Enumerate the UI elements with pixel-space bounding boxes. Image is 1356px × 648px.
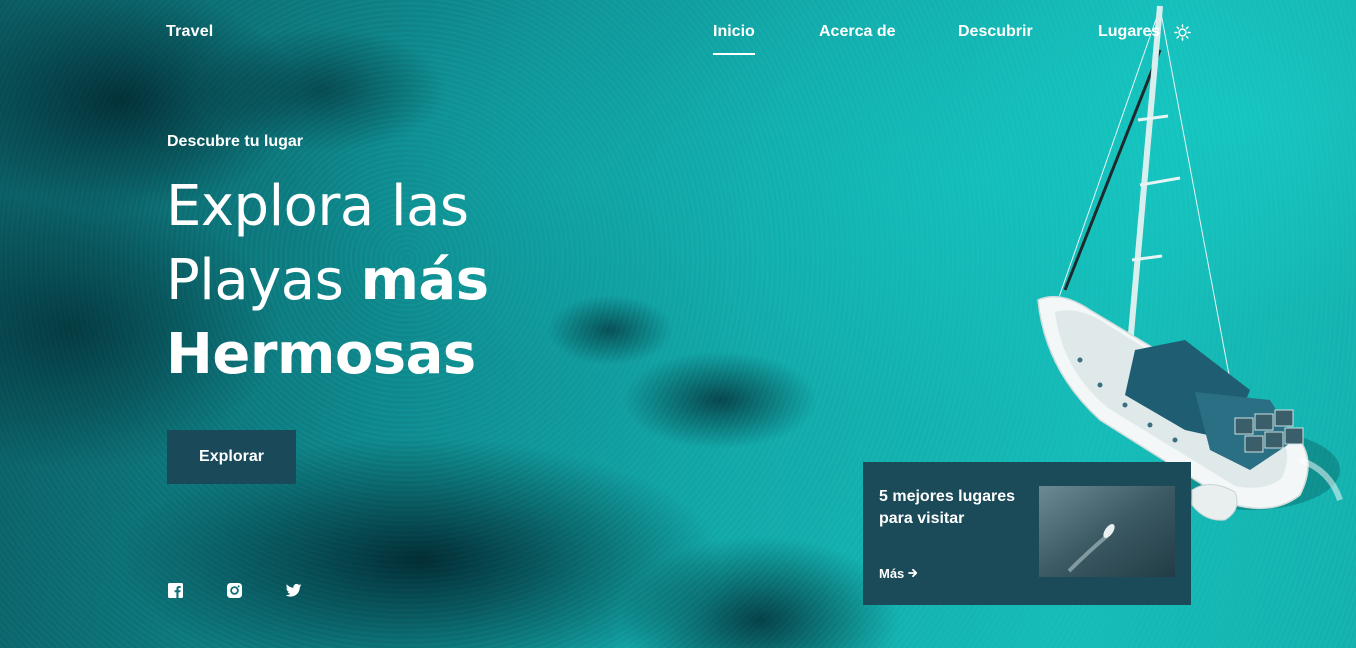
nav-link-descubrir[interactable]: Descubrir bbox=[958, 23, 1033, 41]
sailboat-image bbox=[1037, 5, 1343, 521]
hero-title-line1: Explora las bbox=[166, 174, 469, 239]
site-logo[interactable]: Travel bbox=[166, 23, 213, 41]
sun-icon[interactable] bbox=[1174, 24, 1191, 41]
hero-subtitle: Descubre tu lugar bbox=[167, 133, 304, 150]
card-title: 5 mejores lugares para visitar bbox=[879, 488, 1016, 527]
nav-link-acerca-de[interactable]: Acerca de bbox=[819, 23, 896, 41]
facebook-icon[interactable] bbox=[167, 582, 184, 599]
card-thumbnail-image bbox=[1039, 486, 1175, 577]
hero-title: Explora las Playas más Hermosas bbox=[166, 170, 586, 392]
twitter-icon[interactable] bbox=[285, 582, 302, 599]
hero-title-line2: Playas bbox=[166, 248, 361, 313]
instagram-icon[interactable] bbox=[226, 582, 243, 599]
arrow-right-icon bbox=[908, 568, 918, 578]
card-more-label: Más bbox=[879, 566, 905, 581]
card-more-link[interactable]: Más bbox=[879, 566, 918, 581]
hero-title-line3: Hermosas bbox=[166, 322, 476, 387]
hero-title-emphasis: más bbox=[360, 248, 489, 313]
featured-places-card[interactable]: 5 mejores lugares para visitar Más bbox=[863, 462, 1191, 605]
nav-link-inicio[interactable]: Inicio bbox=[713, 23, 755, 55]
explore-button[interactable]: Explorar bbox=[167, 430, 296, 484]
nav-link-lugares[interactable]: Lugares bbox=[1098, 23, 1160, 41]
